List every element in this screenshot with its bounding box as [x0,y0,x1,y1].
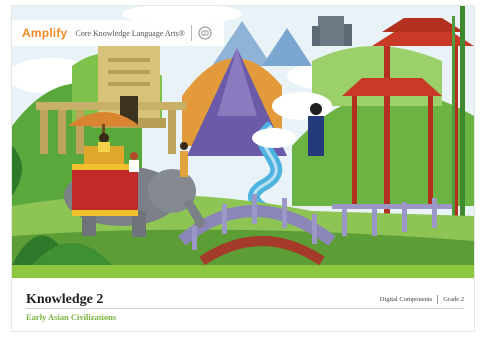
cover-title: Knowledge 2 [26,292,104,307]
product-name: Core Knowledge Language Arts® [75,28,185,38]
green-band [12,265,474,278]
publisher-bar: Amplify Core Knowledge Language Arts® [12,20,224,46]
components-label: Digital Components [379,296,433,303]
cover-info: Knowledge 2 Digital Components Grade 2 E… [12,278,474,331]
title-rule [26,308,464,309]
header-divider [190,25,192,41]
brand-logo: Amplify [22,26,68,40]
book-cover: Amplify Core Knowledge Language Arts® Kn… [12,6,474,331]
ckla-seal-icon [198,26,212,40]
grade-label: Grade 2 [443,296,464,303]
cover-meta: Digital Components Grade 2 [380,295,464,304]
meta-divider [437,295,439,304]
cover-subtitle: Early Asian Civilizations [26,312,117,322]
